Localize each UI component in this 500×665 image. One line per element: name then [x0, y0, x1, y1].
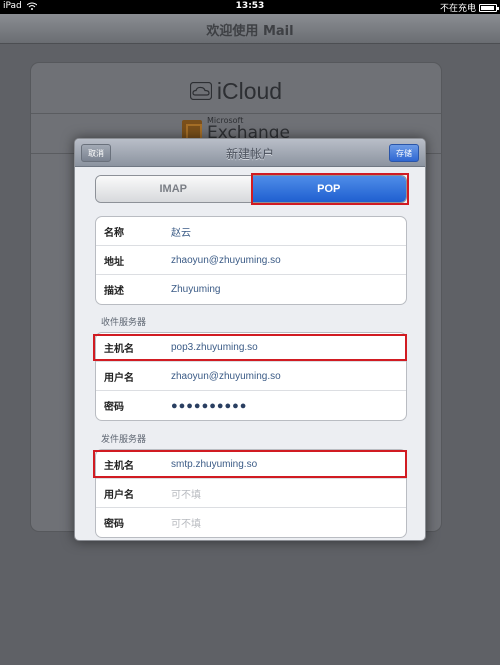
outgoing-server-group: 主机名 smtp.zhuyuming.so 用户名 可不填 密码 可不填: [95, 449, 407, 538]
outgoing-password-field[interactable]: 可不填: [171, 515, 201, 530]
new-account-sheet: 取消 新建帐户 存储 IMAP POP 名称 赵云 地址 zhaoyun@zhu…: [74, 138, 426, 541]
name-label: 名称: [104, 227, 124, 239]
cloud-icon: [189, 82, 212, 100]
incoming-username-label: 用户名: [104, 372, 134, 384]
charging-status: 不在充电: [439, 4, 476, 14]
sheet-title: 新建帐户: [225, 147, 274, 161]
address-value[interactable]: zhaoyun@zhuyuming.so: [171, 255, 281, 266]
outgoing-host-value[interactable]: smtp.zhuyuming.so: [171, 459, 257, 470]
outgoing-username-row[interactable]: 用户名 可不填: [96, 479, 406, 508]
battery-icon: [479, 3, 499, 12]
description-label: 描述: [104, 286, 124, 297]
app-navigation-bar: 欢迎使用 Mail: [0, 14, 500, 44]
description-value[interactable]: Zhuyuming: [171, 284, 220, 295]
name-row[interactable]: 名称 赵云: [96, 217, 406, 246]
account-info-group: 名称 赵云 地址 zhaoyun@zhuyuming.so 描述 Zhuyumi…: [95, 216, 407, 305]
incoming-username-value[interactable]: zhaoyun@zhuyuming.so: [171, 371, 281, 382]
protocol-segmented-control: IMAP POP: [95, 175, 407, 203]
outgoing-host-label: 主机名: [104, 460, 134, 472]
provider-icloud-label: iCloud: [216, 77, 283, 104]
outgoing-username-label: 用户名: [104, 489, 134, 501]
incoming-password-label: 密码: [104, 402, 124, 413]
incoming-host-value[interactable]: pop3.zhuyuming.so: [171, 342, 258, 353]
incoming-password-row[interactable]: 密码 ●●●●●●●●●●: [96, 391, 406, 420]
incoming-server-group: 主机名 pop3.zhuyuming.so 用户名 zhaoyun@zhuyum…: [95, 332, 407, 421]
incoming-host-label: 主机名: [104, 343, 134, 355]
incoming-host-row[interactable]: 主机名 pop3.zhuyuming.so: [96, 333, 406, 362]
name-value[interactable]: 赵云: [171, 224, 191, 239]
incoming-server-header: 收件服务器: [101, 318, 147, 328]
outgoing-host-row[interactable]: 主机名 smtp.zhuyuming.so: [96, 450, 406, 479]
description-row[interactable]: 描述 Zhuyuming: [96, 275, 406, 304]
exchange-icon: [181, 119, 202, 140]
outgoing-password-row[interactable]: 密码 可不填: [96, 508, 406, 537]
status-bar: iPad 13:53 不在充电: [0, 0, 500, 14]
sheet-navigation-bar: 取消 新建帐户 存储: [75, 139, 425, 167]
outgoing-password-label: 密码: [104, 519, 124, 530]
tab-pop[interactable]: POP: [251, 176, 406, 202]
status-time: 13:53: [235, 1, 265, 11]
address-row[interactable]: 地址 zhaoyun@zhuyuming.so: [96, 246, 406, 275]
status-right: 不在充电: [439, 1, 499, 14]
app-title: 欢迎使用 Mail: [206, 24, 294, 39]
address-label: 地址: [104, 256, 124, 268]
save-button[interactable]: 存储: [389, 144, 419, 162]
outgoing-server-header: 发件服务器: [101, 435, 147, 445]
provider-icloud[interactable]: iCloud: [31, 71, 441, 111]
incoming-username-row[interactable]: 用户名 zhaoyun@zhuyuming.so: [96, 362, 406, 391]
tab-imap[interactable]: IMAP: [96, 176, 252, 202]
incoming-password-value[interactable]: ●●●●●●●●●●: [171, 400, 247, 412]
outgoing-username-field[interactable]: 可不填: [171, 486, 201, 501]
